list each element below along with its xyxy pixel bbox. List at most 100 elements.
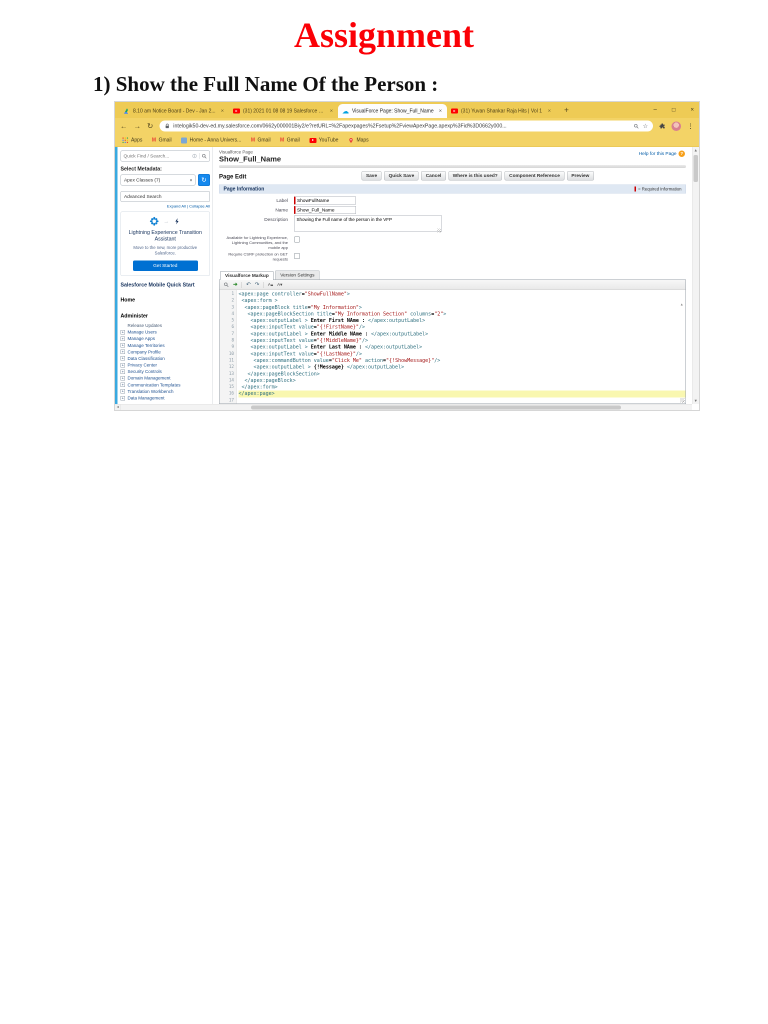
font-decrease-icon[interactable]: A▾ [277,282,282,288]
page-edit-button[interactable]: Quick Save [384,171,419,181]
expand-plus-icon[interactable]: + [120,336,125,341]
code-line[interactable]: <apex:pageBlockSection title="My Informa… [239,311,686,318]
page-edit-button[interactable]: Cancel [421,171,446,181]
browser-tab[interactable]: (31) Yuvan Shankar Raja Hits | Vol 1 × [447,104,556,118]
page-edit-button[interactable]: Where is this used? [448,171,503,181]
search-icon[interactable] [202,153,208,159]
csrf-checkbox[interactable] [294,253,300,259]
sidebar-item[interactable]: + Privacy Center [120,362,211,369]
tab-close-icon[interactable]: × [547,108,552,114]
help-icon[interactable]: ? [678,150,685,157]
label-field[interactable] [294,196,356,205]
expand-plus-icon[interactable]: + [120,343,125,348]
code-line[interactable]: <apex:page controller="ShowFullName"> [239,291,686,298]
code-line[interactable]: </apex:pageBlockSection> [239,371,686,378]
description-field[interactable]: Showing the Full name of the person in t… [294,215,442,232]
new-tab-button[interactable]: + [560,104,573,117]
quick-find-input[interactable] [123,153,190,159]
bookmark-item[interactable]: YouTube [309,138,338,143]
expand-plus-icon[interactable]: + [120,382,125,388]
maximize-button[interactable]: □ [672,106,676,113]
vertical-scrollbar[interactable]: ▲ ▼ [692,147,699,404]
code-line[interactable]: <apex:outputLabel > Enter Last NAme : </… [239,344,686,351]
bookmark-item[interactable]: Maps [348,137,369,143]
sidebar-item[interactable]: + Manage Territories [120,342,211,349]
code-line[interactable]: <apex:outputLabel > Enter Middle NAme : … [239,331,686,338]
close-button[interactable]: × [690,106,694,113]
goto-line-icon[interactable]: ➜ [233,282,238,288]
expand-plus-icon[interactable]: + [120,349,125,355]
undo-icon[interactable]: ↶ [246,282,251,288]
editor-body[interactable]: 1 2 3 4 5 6 7 8 9 10 11 12 13 14 15 16 17 <apex:page con… [219,290,686,404]
sidebar-item[interactable]: + Translation Workbench [120,388,211,395]
help-link[interactable]: Help for this Page [639,151,677,157]
minimize-button[interactable]: – [654,106,657,113]
horizontal-scrollbar-thumb[interactable] [251,405,621,410]
sidebar-item-home[interactable]: Home [121,297,211,303]
scroll-down-icon[interactable]: ▼ [693,399,700,404]
bookmark-item[interactable]: M Gmail [280,138,300,144]
forward-icon[interactable]: → [134,122,142,130]
refresh-button[interactable]: ↻ [198,174,210,186]
sidebar-item[interactable]: + Data Management [120,395,211,402]
sidebar-item[interactable]: + Domain Management [120,375,211,382]
sidebar-item[interactable]: + Data Classification [120,355,211,362]
url-bar[interactable]: intelogik50-dev-ed.my.salesforce.com/066… [159,120,653,132]
horizontal-scrollbar[interactable]: ◄ [115,404,692,410]
vertical-scrollbar-thumb[interactable] [693,155,698,182]
sidebar-item[interactable]: + Security Controls [120,368,211,375]
bookmark-item[interactable]: Apps [122,137,142,144]
sidebar-item[interactable]: Release Updates [121,322,211,329]
redo-icon[interactable]: ↷ [255,282,260,288]
expand-collapse-links[interactable]: Expand All | Collapse All [121,204,210,209]
bookmark-item[interactable]: M Gmail [251,138,271,144]
page-edit-button[interactable]: Component Reference [504,171,565,181]
code-line[interactable]: <apex:form > [239,298,686,305]
expand-plus-icon[interactable]: + [120,375,125,381]
expand-plus-icon[interactable]: + [120,329,125,335]
expand-plus-icon[interactable]: + [120,395,125,401]
code-line[interactable]: </apex:page> [238,390,686,398]
extensions-icon[interactable] [659,123,666,130]
get-started-button[interactable]: Get Started [132,260,198,272]
code-line[interactable]: <apex:inputText value="{!MiddleName}"/> [239,338,686,345]
code-line[interactable]: </apex:form> [239,384,686,391]
page-edit-button[interactable]: Save [361,171,382,181]
sidebar-item[interactable]: + Manage Users [120,329,211,336]
profile-avatar[interactable] [671,121,681,131]
name-field[interactable] [294,206,356,214]
code-line[interactable]: <apex:outputLabel > {!Message} </apex:ou… [239,364,686,371]
code-line[interactable]: <apex:outputLabel > Enter First NAme : <… [239,318,686,325]
metadata-select[interactable]: Apex Classes (7) ▾ [120,174,196,186]
code-line[interactable]: <apex:inputText value="{!FirstName}"/> [239,324,686,331]
browser-tab[interactable]: ☁ VisualForce Page: Show_Full_Name × [338,104,447,118]
scroll-up-icon[interactable]: ▲ [693,148,700,153]
sidebar-item[interactable]: + Manage Apps [120,335,211,342]
tab-close-icon[interactable]: × [329,108,334,114]
back-icon[interactable]: ← [120,122,128,130]
sidebar-item[interactable]: + Company Profile [120,349,211,356]
expand-plus-icon[interactable]: + [120,369,125,374]
browser-menu-icon[interactable]: ⋮ [687,123,694,130]
markup-tab[interactable]: Visualforce Markup [220,271,274,280]
tab-close-icon[interactable]: × [220,108,225,114]
code-line[interactable]: <apex:pageBlock title="My Information"> [239,304,686,311]
lightning-available-checkbox[interactable] [294,236,300,243]
editor-search-icon[interactable] [224,282,230,288]
scroll-left-icon[interactable]: ◄ [115,404,121,410]
reload-icon[interactable]: ↻ [147,122,153,130]
markup-tab[interactable]: Version Settings [275,270,320,280]
tab-close-icon[interactable]: × [438,108,443,114]
expand-plus-icon[interactable]: + [120,362,125,368]
code-line[interactable] [239,397,686,403]
code-area[interactable]: <apex:page controller="ShowFullName"> <a… [237,290,686,404]
bookmark-star-icon[interactable]: ☆ [643,123,648,129]
code-line[interactable]: <apex:inputText value="{!LastName}"/> [239,351,686,358]
browser-tab[interactable]: 8.10 am Notice Board - Dev - Jan 2... × [120,104,229,118]
editor-resize-grip-icon[interactable] [680,398,685,403]
zoom-icon[interactable] [634,123,640,129]
resize-grip-icon[interactable] [437,228,441,233]
advanced-search-link[interactable]: Advanced Search [120,191,210,202]
bookmark-item[interactable]: Home - Anna Univers... [181,137,241,144]
sidebar-item[interactable]: + Communication Templates [120,382,211,389]
